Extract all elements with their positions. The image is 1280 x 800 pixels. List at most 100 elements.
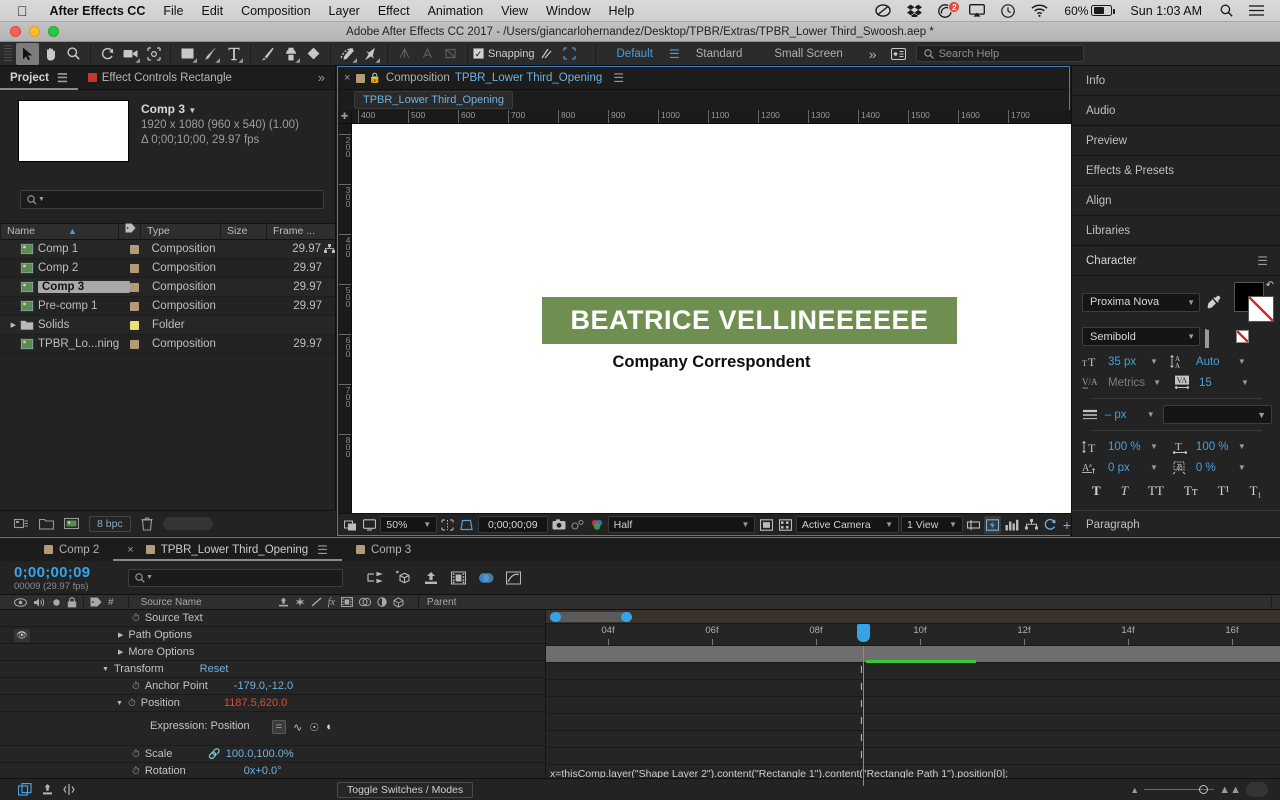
search-dropdown-icon[interactable]: ▼: [145, 574, 153, 581]
snapping-toggle[interactable]: ✓ Snapping: [473, 48, 535, 60]
panel-effects-presets[interactable]: Effects & Presets: [1072, 156, 1280, 186]
all-caps-icon[interactable]: TT: [1148, 483, 1164, 499]
timeline-tab-comp-2[interactable]: Comp 2: [30, 538, 113, 561]
folder-expand-triangle[interactable]: ▶: [0, 321, 20, 329]
apple-logo-icon[interactable]: : [0, 4, 41, 18]
graph-editor-icon[interactable]: [506, 571, 521, 585]
rotation-value[interactable]: 0x+0.0°: [244, 765, 282, 777]
project-row-comp-1[interactable]: Comp 1 Composition 29.97: [0, 240, 335, 259]
puppet-pin-tool[interactable]: ◢: [359, 43, 382, 65]
hand-tool[interactable]: [39, 43, 62, 65]
chevron-down-icon[interactable]: ▼: [188, 106, 196, 115]
current-timecode[interactable]: 0;00;00;09: [477, 516, 548, 533]
chevron-down-icon[interactable]: ▼: [1142, 357, 1158, 366]
transform-reset-link[interactable]: Reset: [200, 663, 229, 675]
work-area-start-handle[interactable]: [550, 612, 561, 622]
expand-triangle[interactable]: ▶: [118, 648, 123, 656]
project-row-tpbr-lower-third[interactable]: TPBR_Lo...ning Composition 29.97: [0, 335, 335, 354]
selected-item-name[interactable]: Comp 3 ▼: [141, 102, 299, 118]
project-row-comp-3[interactable]: Comp 3 Composition 29.97: [0, 278, 335, 297]
chevron-down-icon[interactable]: ▼: [1139, 410, 1155, 419]
track-row[interactable]: I: [546, 663, 1280, 680]
timeline-tab-tpbr-lower-third[interactable]: × TPBR_Lower Third_Opening ☰: [113, 538, 342, 561]
expression-language-menu-icon[interactable]: ◐: [326, 721, 333, 733]
type-tool[interactable]: ◢: [222, 43, 245, 65]
source-name-header[interactable]: Source Name: [135, 597, 202, 608]
speaker-icon[interactable]: [33, 597, 46, 608]
property-row-path-options[interactable]: 👁 ▶ Path Options: [0, 627, 545, 644]
lock-icon[interactable]: [67, 596, 77, 608]
menu-item-animation[interactable]: Animation: [419, 4, 493, 18]
composition-mini-flowchart-icon[interactable]: [367, 571, 383, 585]
panel-menu-icon[interactable]: ☰: [317, 543, 328, 557]
mask-path-icon[interactable]: [458, 516, 475, 534]
column-name[interactable]: Name ▲: [0, 223, 118, 240]
workspace-standard[interactable]: Standard: [680, 48, 759, 60]
chevron-down-icon[interactable]: ▼: [1142, 442, 1158, 451]
chevron-down-icon[interactable]: ▼: [1230, 463, 1246, 472]
project-search-input[interactable]: ▼: [20, 190, 324, 209]
draft-3d-icon[interactable]: [395, 570, 411, 585]
track-row[interactable]: I: [546, 731, 1280, 748]
font-style-select[interactable]: Semibold ▼: [1082, 327, 1200, 346]
spotlight-search-icon[interactable]: [1212, 4, 1241, 17]
time-machine-icon[interactable]: [993, 3, 1023, 18]
work-area-range[interactable]: [550, 612, 632, 622]
sort-ascending-icon[interactable]: ▲: [38, 226, 77, 236]
layer-number-header[interactable]: #: [108, 597, 114, 608]
resolution-select[interactable]: Half ▼: [607, 516, 756, 533]
scale-value[interactable]: 100.0,100.0%: [226, 748, 294, 760]
roto-brush-tool[interactable]: ◢: [336, 43, 359, 65]
shape-tool[interactable]: ◢: [176, 43, 199, 65]
clone-stamp-tool[interactable]: ◢: [279, 43, 302, 65]
ruler-origin-icon[interactable]: ✚: [338, 110, 352, 123]
control-center-list-icon[interactable]: [1241, 5, 1272, 16]
chevron-down-icon[interactable]: ▼: [1230, 442, 1246, 451]
expression-graph-icon[interactable]: ∿: [293, 721, 302, 734]
position-value[interactable]: 1187.5,620.0: [224, 697, 287, 709]
dropbox-icon[interactable]: [899, 4, 930, 17]
pen-tool[interactable]: ◢: [199, 43, 222, 65]
column-type[interactable]: Type: [140, 223, 220, 240]
panel-menu-icon[interactable]: ☰: [57, 71, 68, 85]
chevron-down-icon[interactable]: ▼: [1230, 357, 1246, 366]
add-view-icon[interactable]: +: [1061, 517, 1071, 533]
column-size[interactable]: Size: [220, 223, 266, 240]
lock-icon[interactable]: 🔒: [365, 73, 385, 84]
motion-blur-icon[interactable]: [478, 571, 494, 585]
rotation-tool[interactable]: [96, 43, 119, 65]
menu-item-file[interactable]: File: [154, 4, 192, 18]
property-row-transform[interactable]: ▼ Transform Reset: [0, 661, 545, 678]
local-axis-icon[interactable]: [393, 43, 416, 65]
search-dropdown-icon[interactable]: ▼: [37, 196, 45, 203]
always-preview-icon[interactable]: [342, 516, 359, 534]
toggle-switches-modes-button[interactable]: Toggle Switches / Modes: [337, 781, 474, 798]
monitor-icon[interactable]: [361, 516, 378, 534]
faux-italic-icon[interactable]: T: [1121, 483, 1128, 499]
eye-icon[interactable]: [14, 597, 27, 607]
label-icon[interactable]: [90, 597, 102, 607]
faux-bold-icon[interactable]: T: [1092, 483, 1101, 499]
layer-duration-bar-row[interactable]: [546, 646, 1280, 663]
solo-icon[interactable]: [52, 598, 61, 607]
brush-tool[interactable]: [256, 43, 279, 65]
stroke-width-value[interactable]: – px: [1105, 409, 1139, 421]
new-composition-icon[interactable]: [64, 517, 79, 530]
search-help-field[interactable]: Search Help: [915, 45, 1084, 62]
tab-project[interactable]: Project ☰: [0, 66, 78, 90]
zoom-tool[interactable]: [62, 43, 85, 65]
motion-blur-switch-icon[interactable]: [358, 597, 371, 607]
snapping-align-icon[interactable]: [535, 43, 558, 65]
toolbar-grip[interactable]: [4, 44, 12, 63]
no-fill-icon[interactable]: [1236, 330, 1249, 343]
timeline-search-input[interactable]: ▼: [128, 568, 343, 587]
close-tab-icon[interactable]: ×: [344, 72, 356, 84]
quality-icon[interactable]: [311, 597, 322, 607]
panel-audio[interactable]: Audio: [1072, 96, 1280, 126]
vertical-ruler[interactable]: 200 300 400 500 600 700 800: [338, 124, 352, 515]
comp-canvas[interactable]: BEATRICE VELLINEEEEEE Company Correspond…: [352, 124, 1071, 515]
stopwatch-icon[interactable]: ⏱: [132, 766, 140, 777]
frame-blending-icon[interactable]: [451, 571, 466, 585]
cti-handle[interactable]: [857, 624, 870, 642]
zoom-out-icon[interactable]: ▲: [1130, 785, 1139, 795]
